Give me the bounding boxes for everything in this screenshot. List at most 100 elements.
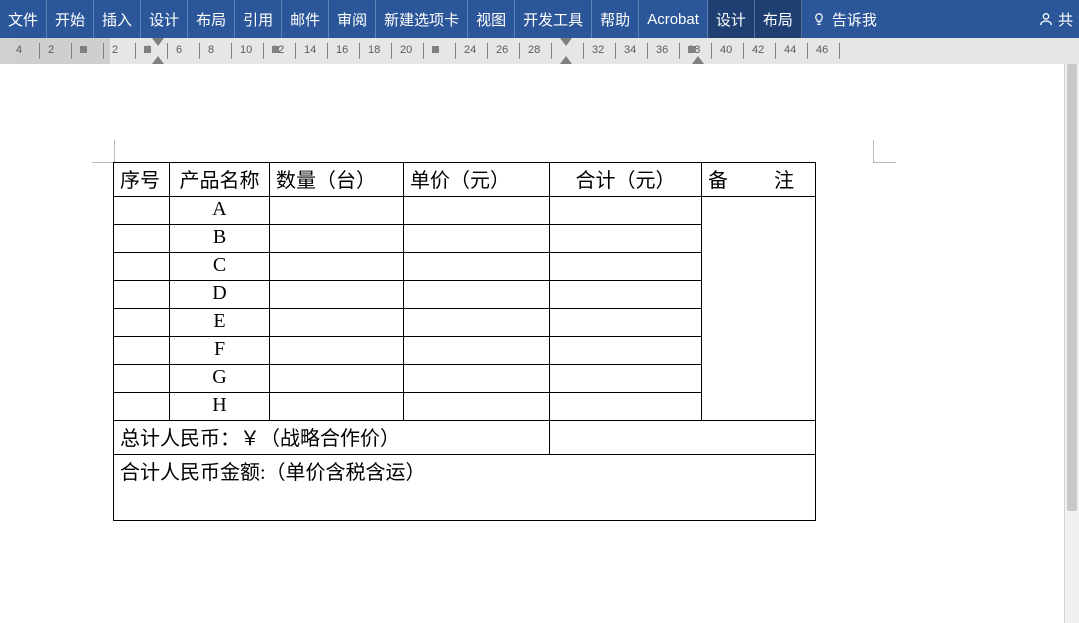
tab-stop-icon[interactable] bbox=[272, 46, 279, 53]
ruler-segment: 32 bbox=[590, 38, 622, 64]
tab-table-layout[interactable]: 布局 bbox=[755, 0, 802, 38]
ruler-number: 36 bbox=[656, 44, 668, 56]
ruler-number: 46 bbox=[816, 44, 828, 56]
tab-acrobat[interactable]: Acrobat bbox=[639, 0, 708, 38]
tab-view[interactable]: 视图 bbox=[468, 0, 515, 38]
ruler-number: 14 bbox=[304, 44, 316, 56]
cell-name[interactable]: B bbox=[170, 225, 270, 253]
tell-me-search[interactable]: 告诉我 bbox=[802, 0, 887, 38]
ruler-number: 18 bbox=[368, 44, 380, 56]
ruler-segment: 2 bbox=[110, 38, 142, 64]
header-qty: 数量（台） bbox=[270, 163, 404, 197]
tab-stop-icon[interactable] bbox=[688, 46, 695, 53]
first-line-indent-icon[interactable] bbox=[560, 38, 572, 46]
ruler-segment: 2 bbox=[46, 38, 78, 64]
cell-name[interactable]: D bbox=[170, 281, 270, 309]
tab-review[interactable]: 审阅 bbox=[329, 0, 376, 38]
ruler-segment: 40 bbox=[718, 38, 750, 64]
ruler-number: 20 bbox=[400, 44, 412, 56]
cell-name[interactable]: F bbox=[170, 337, 270, 365]
tab-design[interactable]: 设计 bbox=[141, 0, 188, 38]
ruler-segment: 18 bbox=[366, 38, 398, 64]
ruler-number: 42 bbox=[752, 44, 764, 56]
ruler-number: 34 bbox=[624, 44, 636, 56]
ruler-segment: 46 bbox=[814, 38, 846, 64]
ruler-segment: 24 bbox=[462, 38, 494, 64]
tab-stop-icon[interactable] bbox=[144, 46, 151, 53]
ruler-segment: 8 bbox=[206, 38, 238, 64]
share-label: 共 bbox=[1058, 9, 1073, 30]
total-cell[interactable]: 总计人民币：￥（战略合作价） bbox=[114, 421, 550, 455]
ruler-segment: 12 bbox=[270, 38, 302, 64]
tell-me-label: 告诉我 bbox=[832, 9, 877, 30]
tab-stop-icon[interactable] bbox=[80, 46, 87, 53]
tab-developer[interactable]: 开发工具 bbox=[515, 0, 592, 38]
tab-insert[interactable]: 插入 bbox=[94, 0, 141, 38]
first-line-indent-icon[interactable] bbox=[152, 38, 164, 46]
header-seq: 序号 bbox=[114, 163, 170, 197]
cell-name[interactable]: A bbox=[170, 197, 270, 225]
ruler-segment: 20 bbox=[398, 38, 430, 64]
tab-mailings[interactable]: 邮件 bbox=[282, 0, 329, 38]
margin-corner-top-left bbox=[92, 140, 115, 163]
ruler-number: 10 bbox=[240, 44, 252, 56]
tab-custom[interactable]: 新建选项卡 bbox=[376, 0, 468, 38]
sum-cell[interactable]: 合计人民币金额:（单价含税含运） bbox=[114, 455, 816, 521]
ruler-segment: 10 bbox=[238, 38, 270, 64]
vertical-scrollbar[interactable] bbox=[1064, 64, 1079, 623]
ruler-segment bbox=[78, 38, 110, 64]
table-header-row: 序号 产品名称 数量（台） 单价（元） 合计（元） 备注 bbox=[114, 163, 816, 197]
tab-help[interactable]: 帮助 bbox=[592, 0, 639, 38]
ruler-segment: 14 bbox=[302, 38, 334, 64]
hanging-indent-icon[interactable] bbox=[692, 56, 704, 64]
cell-name[interactable]: E bbox=[170, 309, 270, 337]
cell-name[interactable]: H bbox=[170, 393, 270, 421]
cell-name[interactable]: C bbox=[170, 253, 270, 281]
ruler-segment: 28 bbox=[526, 38, 558, 64]
header-note-b: 注 bbox=[774, 170, 794, 192]
ruler-segment: 6 bbox=[174, 38, 206, 64]
ruler-segment bbox=[430, 38, 462, 64]
ruler-segment: 34 bbox=[622, 38, 654, 64]
scrollbar-thumb[interactable] bbox=[1067, 64, 1077, 511]
header-note: 备注 bbox=[702, 163, 816, 197]
total-row[interactable]: 总计人民币：￥（战略合作价） bbox=[114, 421, 816, 455]
ruler-segment: 36 bbox=[654, 38, 686, 64]
tab-references[interactable]: 引用 bbox=[235, 0, 282, 38]
ruler-segment: 26 bbox=[494, 38, 526, 64]
share-button[interactable]: 共 bbox=[1032, 0, 1079, 38]
person-icon bbox=[1038, 11, 1054, 27]
tab-stop-icon[interactable] bbox=[432, 46, 439, 53]
header-note-a: 备 bbox=[708, 170, 728, 192]
table-row[interactable]: A bbox=[114, 197, 816, 225]
hanging-indent-icon[interactable] bbox=[152, 56, 164, 64]
ruler-number: 2 bbox=[112, 44, 118, 56]
ruler-number: 24 bbox=[464, 44, 476, 56]
ruler-number: 16 bbox=[336, 44, 348, 56]
tab-home[interactable]: 开始 bbox=[47, 0, 94, 38]
ruler-number: 2 bbox=[48, 44, 54, 56]
ruler-number: 28 bbox=[528, 44, 540, 56]
hanging-indent-icon[interactable] bbox=[560, 56, 572, 64]
document-area[interactable]: 序号 产品名称 数量（台） 单价（元） 合计（元） 备注 A B bbox=[0, 64, 1079, 623]
ruler-segment: 44 bbox=[782, 38, 814, 64]
tab-layout[interactable]: 布局 bbox=[188, 0, 235, 38]
margin-corner-top-right bbox=[873, 140, 896, 163]
tab-table-design[interactable]: 设计 bbox=[708, 0, 755, 38]
ruler-number: 40 bbox=[720, 44, 732, 56]
note-merged-cell[interactable] bbox=[702, 197, 816, 421]
tab-file[interactable]: 文件 bbox=[0, 0, 47, 38]
ribbon-tabs: 文件 开始 插入 设计 布局 引用 邮件 审阅 新建选项卡 视图 开发工具 帮助… bbox=[0, 0, 1079, 38]
ruler-number: 8 bbox=[208, 44, 214, 56]
horizontal-ruler[interactable]: 4224681012141618202426283234363840424446 bbox=[0, 38, 1079, 65]
header-sum: 合计（元） bbox=[550, 163, 702, 197]
header-name: 产品名称 bbox=[170, 163, 270, 197]
cell-name[interactable]: G bbox=[170, 365, 270, 393]
ruler-number: 4 bbox=[16, 44, 22, 56]
ruler-number: 44 bbox=[784, 44, 796, 56]
ruler-number: 26 bbox=[496, 44, 508, 56]
product-table[interactable]: 序号 产品名称 数量（台） 单价（元） 合计（元） 备注 A B bbox=[113, 162, 816, 521]
page[interactable]: 序号 产品名称 数量（台） 单价（元） 合计（元） 备注 A B bbox=[14, 64, 1054, 623]
ruler-corner bbox=[0, 38, 15, 64]
sum-row[interactable]: 合计人民币金额:（单价含税含运） bbox=[114, 455, 816, 521]
